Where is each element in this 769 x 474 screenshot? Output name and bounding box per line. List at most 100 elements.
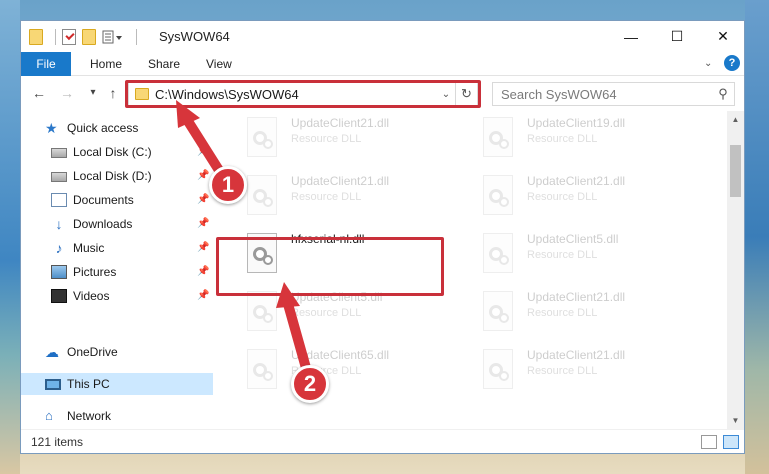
file-item[interactable]: UpdateClient21.dll Resource DLL bbox=[479, 345, 709, 401]
pin-icon: 📌 bbox=[197, 242, 210, 253]
search-icon[interactable]: ⚲ bbox=[712, 86, 734, 102]
file-type: Resource DLL bbox=[527, 133, 598, 145]
search-input[interactable]: Search SysWOW64 ⚲ bbox=[492, 82, 735, 106]
file-item[interactable]: UpdateClient65.dll Resource DLL bbox=[243, 345, 473, 401]
file-item[interactable]: UpdateClient21.dll Resource DLL bbox=[243, 113, 473, 169]
file-type: Resource DLL bbox=[291, 191, 362, 203]
sidebar-item-local-disk-d[interactable]: Local Disk (D:) 📌 bbox=[21, 165, 213, 187]
file-item[interactable]: UpdateClient19.dll Resource DLL bbox=[479, 113, 709, 169]
recent-locations-button[interactable]: ▾ bbox=[85, 85, 101, 101]
step-1-badge: 1 bbox=[209, 166, 247, 204]
title-bar: SysWOW64 — ☐ ✕ bbox=[21, 21, 744, 52]
file-name: UpdateClient19.dll bbox=[527, 116, 626, 130]
file-name: UpdateClient21.dll bbox=[527, 174, 626, 188]
dll-file-icon bbox=[243, 173, 283, 221]
address-highlight-box bbox=[125, 80, 481, 108]
scroll-up-icon[interactable]: ▲ bbox=[727, 111, 744, 128]
file-item[interactable]: UpdateClient21.dll Resource DLL bbox=[243, 171, 473, 227]
navigation-bar: ← → ▾ ↑ C:\Windows\SysWOW64 ⌄ ↻ Search S… bbox=[21, 77, 744, 111]
file-item[interactable]: UpdateClient21.dll Resource DLL bbox=[479, 171, 709, 227]
sidebar-item-videos[interactable]: Videos 📌 bbox=[21, 285, 213, 307]
file-type: Resource DLL bbox=[527, 249, 598, 261]
dll-file-icon bbox=[479, 173, 519, 221]
tab-share[interactable]: Share bbox=[148, 52, 180, 76]
dll-file-icon bbox=[243, 289, 283, 337]
expand-ribbon-icon[interactable]: ⌄ bbox=[704, 58, 716, 70]
videos-icon bbox=[51, 289, 67, 303]
window-title: SysWOW64 bbox=[159, 29, 230, 44]
pin-icon: 📌 bbox=[197, 194, 210, 205]
forward-button[interactable]: → bbox=[59, 85, 75, 101]
pin-icon: 📌 bbox=[197, 146, 210, 157]
tab-view[interactable]: View bbox=[206, 52, 232, 76]
folder-icon bbox=[29, 29, 43, 45]
documents-icon bbox=[51, 193, 67, 207]
sidebar-item-onedrive[interactable]: ☁ OneDrive bbox=[21, 341, 213, 363]
file-item[interactable]: UpdateClient5.dll Resource DLL bbox=[479, 229, 709, 285]
toolbar-divider bbox=[136, 29, 137, 45]
file-name: UpdateClient21.dll bbox=[527, 348, 626, 362]
large-icons-view-icon[interactable] bbox=[723, 435, 739, 449]
network-icon: ⌂ bbox=[45, 408, 53, 423]
dll-file-icon bbox=[479, 231, 519, 279]
sidebar-item-local-disk-c[interactable]: Local Disk (C:) 📌 bbox=[21, 141, 213, 163]
sidebar-item-label: OneDrive bbox=[67, 345, 118, 359]
star-icon: ★ bbox=[45, 120, 58, 136]
sidebar-item-label: Local Disk (D:) bbox=[73, 169, 152, 183]
sidebar-item-quick-access[interactable]: ★ Quick access bbox=[21, 117, 213, 139]
close-button[interactable]: ✕ bbox=[700, 21, 746, 52]
sidebar-item-this-pc[interactable]: This PC bbox=[21, 373, 213, 395]
sidebar-item-pictures[interactable]: Pictures 📌 bbox=[21, 261, 213, 283]
help-icon[interactable]: ? bbox=[724, 55, 740, 71]
sidebar-item-label: Music bbox=[73, 241, 105, 255]
pin-icon: 📌 bbox=[197, 170, 210, 181]
toolbar-divider bbox=[55, 29, 56, 45]
music-icon: ♪ bbox=[55, 240, 63, 256]
tab-file[interactable]: File bbox=[21, 52, 71, 76]
navigation-pane: ★ Quick access Local Disk (C:) 📌 Local D… bbox=[21, 111, 213, 429]
sidebar-item-label: Videos bbox=[73, 289, 110, 303]
details-view-icon[interactable] bbox=[701, 435, 717, 449]
scroll-thumb[interactable] bbox=[730, 145, 741, 197]
minimize-button[interactable]: — bbox=[608, 21, 654, 52]
up-button[interactable]: ↑ bbox=[105, 85, 121, 101]
step-2-badge: 2 bbox=[291, 365, 329, 403]
maximize-button[interactable]: ☐ bbox=[654, 21, 700, 52]
file-name: UpdateClient21.dll bbox=[291, 174, 390, 188]
file-name: UpdateClient65.dll bbox=[291, 348, 390, 362]
sidebar-item-network[interactable]: ⌂ Network bbox=[21, 405, 213, 427]
sidebar-item-documents[interactable]: Documents 📌 bbox=[21, 189, 213, 211]
file-name: UpdateClient5.dll bbox=[527, 232, 619, 246]
customize-toolbar-icon[interactable] bbox=[102, 29, 124, 45]
tab-home[interactable]: Home bbox=[90, 52, 122, 76]
file-highlight-box bbox=[216, 237, 444, 296]
sidebar-item-label: Local Disk (C:) bbox=[73, 145, 152, 159]
pin-icon: 📌 bbox=[197, 218, 210, 229]
sidebar-item-label: Quick access bbox=[67, 121, 139, 135]
dll-file-icon bbox=[479, 115, 519, 163]
cloud-icon: ☁ bbox=[45, 344, 59, 360]
scroll-down-icon[interactable]: ▼ bbox=[727, 412, 744, 429]
file-name: UpdateClient21.dll bbox=[291, 116, 390, 130]
file-type: Resource DLL bbox=[291, 307, 362, 319]
file-item[interactable]: UpdateClient21.dll Resource DLL bbox=[479, 287, 709, 343]
file-type: Resource DLL bbox=[527, 365, 598, 377]
dll-file-icon bbox=[243, 347, 283, 395]
item-count: 121 items bbox=[31, 435, 84, 449]
file-type: Resource DLL bbox=[291, 133, 362, 145]
dll-file-icon bbox=[479, 347, 519, 395]
sidebar-item-downloads[interactable]: ↓ Downloads 📌 bbox=[21, 213, 213, 235]
new-folder-icon[interactable] bbox=[82, 29, 96, 45]
pin-icon: 📌 bbox=[197, 266, 210, 277]
disk-icon bbox=[51, 148, 67, 158]
download-icon: ↓ bbox=[55, 216, 63, 232]
back-button[interactable]: ← bbox=[31, 85, 47, 101]
computer-icon bbox=[45, 378, 61, 390]
properties-icon[interactable] bbox=[62, 29, 76, 45]
sidebar-item-label: Pictures bbox=[73, 265, 117, 279]
vertical-scrollbar[interactable]: ▲ ▼ bbox=[727, 111, 744, 429]
sidebar-item-music[interactable]: ♪ Music 📌 bbox=[21, 237, 213, 259]
sidebar-item-label: Network bbox=[67, 409, 112, 423]
file-type: Resource DLL bbox=[527, 307, 598, 319]
desktop-background-right bbox=[745, 0, 769, 474]
